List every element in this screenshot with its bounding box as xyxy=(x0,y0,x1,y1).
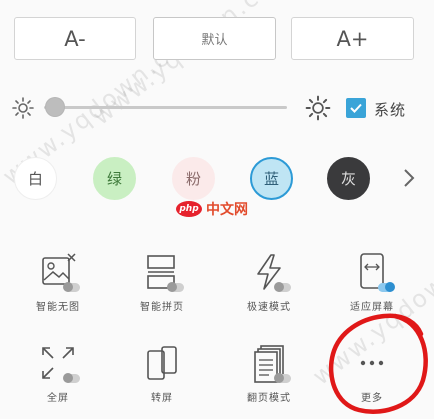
brightness-slider-track[interactable] xyxy=(44,106,287,109)
tool-fullscreen[interactable]: 全屏 xyxy=(14,343,102,404)
theme-option[interactable]: 白 xyxy=(14,157,57,200)
theme-option[interactable]: 粉 xyxy=(172,157,215,200)
theme-option[interactable]: 蓝 xyxy=(250,157,293,200)
tool-label: 智能无图 xyxy=(36,302,80,313)
tool-label: 转屏 xyxy=(151,393,173,404)
font-default-button[interactable]: 默认 xyxy=(153,17,276,60)
tool-speed-mode[interactable]: 极速模式 xyxy=(225,252,313,313)
theme-option[interactable]: 绿 xyxy=(93,157,136,200)
rotate-screen-icon xyxy=(147,346,177,380)
font-increase-button[interactable]: A+ xyxy=(291,17,414,60)
tool-smart-no-image[interactable]: 智能无图 xyxy=(14,252,102,313)
brightness-high-icon xyxy=(305,95,331,121)
tool-fit-screen[interactable]: 适应屏幕 xyxy=(328,252,416,313)
brightness-low-icon xyxy=(12,97,34,119)
font-decrease-button[interactable]: A- xyxy=(14,17,136,60)
highlight-circle-annotation xyxy=(328,313,428,414)
tool-label: 全屏 xyxy=(47,393,69,404)
chevron-right-icon[interactable] xyxy=(398,165,420,191)
tool-label: 翻页模式 xyxy=(247,393,291,404)
system-brightness-checkbox[interactable] xyxy=(346,98,366,118)
system-brightness-label: 系统 xyxy=(374,101,407,119)
checkmark-icon xyxy=(350,103,362,113)
tool-page-turn-mode[interactable]: 翻页模式 xyxy=(225,343,313,404)
tool-label: 智能拼页 xyxy=(140,302,184,313)
tool-label: 极速模式 xyxy=(247,302,291,313)
theme-option[interactable]: 灰 xyxy=(327,157,370,200)
php-cn-logo: php 中文网 xyxy=(176,199,248,219)
tool-rotate-screen[interactable]: 转屏 xyxy=(118,343,206,404)
brightness-slider-thumb[interactable] xyxy=(46,98,64,116)
tool-smart-page-join[interactable]: 智能拼页 xyxy=(118,252,206,313)
